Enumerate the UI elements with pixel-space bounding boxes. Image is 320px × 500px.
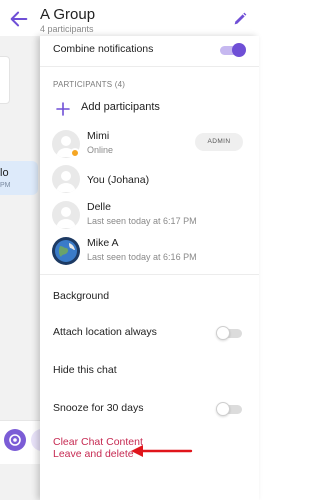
combine-notifications-toggle[interactable] [220, 43, 246, 57]
background-label: Background [53, 290, 110, 302]
chat-background: lo PM [0, 36, 40, 500]
participant-status: Last seen today at 6:16 PM [87, 252, 197, 262]
divider [40, 66, 259, 67]
combine-notifications-label: Combine notifications [53, 43, 154, 55]
default-avatar-icon [56, 207, 76, 228]
online-indicator [70, 148, 80, 158]
group-title: A Group [40, 6, 96, 23]
chat-card [0, 56, 10, 104]
avatar [52, 201, 80, 229]
chat-info-drawer: Combine notifications PARTICIPANTS (4) A… [40, 36, 259, 500]
participant-name: Mimi [87, 130, 110, 142]
toggle-knob [232, 43, 246, 57]
participant-count: 4 participants [40, 24, 94, 34]
toggle-knob [216, 402, 230, 416]
hide-chat-label: Hide this chat [53, 364, 117, 376]
message-time: PM [0, 182, 11, 189]
message-text: lo [0, 167, 9, 179]
microphone-icon [9, 434, 21, 446]
attach-location-label: Attach location always [53, 326, 157, 338]
chat-header: A Group 4 participants [0, 0, 259, 36]
admin-badge: ADMIN [195, 133, 243, 151]
earth-avatar-icon [55, 240, 77, 262]
pencil-icon[interactable] [232, 11, 248, 27]
avatar [52, 237, 80, 265]
arrow-left-icon[interactable] [8, 8, 30, 30]
add-participants-button[interactable]: Add participants [81, 101, 160, 113]
default-avatar-icon [56, 171, 76, 192]
divider [40, 274, 259, 275]
participant-status: Last seen today at 6:17 PM [87, 216, 197, 226]
voice-button[interactable] [4, 429, 26, 451]
background-row[interactable]: Background [40, 286, 259, 308]
hide-chat-row[interactable]: Hide this chat [40, 360, 259, 382]
participant-status: Online [87, 145, 114, 155]
snooze-label: Snooze for 30 days [53, 402, 144, 414]
plus-icon[interactable] [56, 102, 70, 116]
participant-name: Mike A [87, 237, 119, 249]
snooze-row[interactable]: Snooze for 30 days [40, 398, 259, 420]
participant-row[interactable]: You (Johana) [40, 164, 259, 194]
combine-notifications-row[interactable]: Combine notifications [40, 36, 259, 64]
attach-location-toggle[interactable] [216, 326, 242, 340]
toggle-knob [216, 326, 230, 340]
attach-location-row[interactable]: Attach location always [40, 322, 259, 344]
leave-and-delete-button[interactable]: Leave and delete [53, 448, 134, 460]
annotation-arrow-icon [131, 445, 193, 457]
snooze-toggle[interactable] [216, 402, 242, 416]
participant-name: Delle [87, 201, 111, 213]
participants-header: PARTICIPANTS (4) [53, 80, 126, 89]
participant-row[interactable]: Mike A Last seen today at 6:16 PM [40, 234, 259, 270]
participant-name: You (Johana) [87, 174, 150, 186]
avatar [52, 165, 80, 193]
participant-row[interactable]: Delle Last seen today at 6:17 PM [40, 198, 259, 232]
